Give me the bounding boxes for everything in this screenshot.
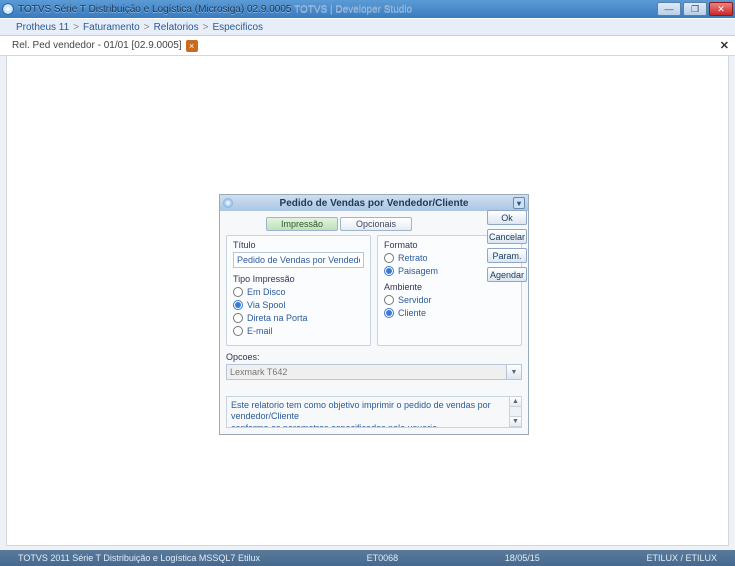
- radio-via-spool[interactable]: Via Spool: [233, 300, 364, 310]
- status-bar: TOTVS 2011 Série T Distribuição e Logíst…: [0, 550, 735, 566]
- open-tab[interactable]: Rel. Ped vendedor - 01/01 [02.9.0005] ×: [12, 40, 198, 52]
- minimize-button[interactable]: —: [657, 2, 681, 16]
- breadcrumb-item[interactable]: Relatorios: [154, 22, 199, 33]
- dialog-buttons: Ok Cancelar Param. Agendar: [487, 210, 527, 286]
- radio-direta-porta[interactable]: Direta na Porta: [233, 313, 364, 323]
- maximize-button[interactable]: ❐: [683, 2, 707, 16]
- dialog-title: Pedido de Vendas por Vendedor/Cliente: [220, 198, 528, 209]
- scroll-up-icon[interactable]: ▲: [510, 397, 521, 407]
- status-date: 18/05/15: [497, 553, 548, 563]
- tab-label: Rel. Ped vendedor - 01/01 [02.9.0005]: [12, 40, 182, 51]
- titulo-label: Título: [233, 240, 364, 250]
- close-button[interactable]: ✕: [709, 2, 733, 16]
- radio-email[interactable]: E-mail: [233, 326, 364, 336]
- tab-impressao[interactable]: Impressão: [266, 217, 338, 231]
- status-left: TOTVS 2011 Série T Distribuição e Logíst…: [10, 553, 268, 563]
- description-box: Este relatorio tem como objetivo imprimi…: [226, 396, 510, 428]
- tab-close-icon[interactable]: ×: [186, 40, 198, 52]
- breadcrumb: Protheus 11> Faturamento> Relatorios> Es…: [0, 18, 735, 36]
- window-title: TOTVS Série T Distribuição e Logística (…: [18, 4, 412, 15]
- scroll-track[interactable]: [510, 407, 521, 417]
- cancelar-button[interactable]: Cancelar: [487, 229, 527, 244]
- radio-em-disco[interactable]: Em Disco: [233, 287, 364, 297]
- scroll-down-icon[interactable]: ▼: [510, 417, 521, 427]
- dialog-titlebar: Pedido de Vendas por Vendedor/Cliente ▾: [220, 195, 528, 211]
- tab-opcionais[interactable]: Opcionais: [340, 217, 412, 231]
- window-titlebar: TOTVS Série T Distribuição e Logística (…: [0, 0, 735, 18]
- breadcrumb-item[interactable]: Especificos: [212, 22, 263, 33]
- tipo-impressao-label: Tipo Impressão: [233, 274, 364, 284]
- status-field1: ET0068: [359, 553, 407, 563]
- opcoes-label: Opcoes:: [226, 352, 522, 362]
- dialog-collapse-icon[interactable]: ▾: [513, 197, 525, 209]
- radio-cliente[interactable]: Cliente: [384, 308, 515, 318]
- titulo-input[interactable]: [233, 252, 364, 268]
- opcoes-value: [226, 364, 506, 380]
- app-icon: [2, 3, 14, 15]
- param-button[interactable]: Param.: [487, 248, 527, 263]
- ok-button[interactable]: Ok: [487, 210, 527, 225]
- print-dialog: Pedido de Vendas por Vendedor/Cliente ▾ …: [219, 194, 529, 435]
- close-all-icon[interactable]: ✕: [720, 39, 729, 52]
- breadcrumb-item[interactable]: Protheus 11: [16, 22, 69, 33]
- status-right: ETILUX / ETILUX: [638, 553, 725, 563]
- tab-strip: Rel. Ped vendedor - 01/01 [02.9.0005] × …: [0, 36, 735, 56]
- opcoes-combo[interactable]: ▼: [226, 364, 522, 380]
- chevron-down-icon[interactable]: ▼: [506, 364, 522, 380]
- agendar-button[interactable]: Agendar: [487, 267, 527, 282]
- radio-servidor[interactable]: Servidor: [384, 295, 515, 305]
- description-scrollbar[interactable]: ▲ ▼: [510, 396, 522, 428]
- breadcrumb-item[interactable]: Faturamento: [83, 22, 140, 33]
- content-area: Pedido de Vendas por Vendedor/Cliente ▾ …: [6, 56, 729, 546]
